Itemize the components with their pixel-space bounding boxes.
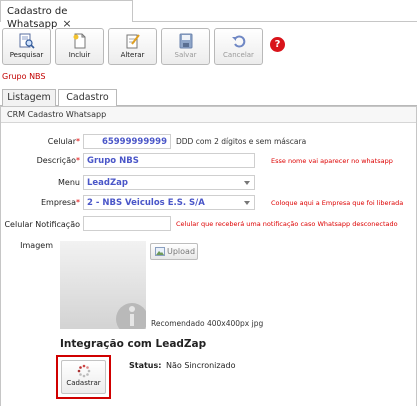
upload-button[interactable]: Upload — [150, 243, 198, 260]
spinner-icon — [77, 364, 90, 378]
required-mark: * — [76, 137, 80, 146]
chevron-down-icon — [244, 181, 250, 185]
salvar-label: Salvar — [174, 51, 197, 59]
descricao-input[interactable]: Grupo NBS — [83, 153, 255, 168]
descricao-label: Descrição* — [0, 156, 80, 165]
cancelar-button[interactable]: Cancelar — [214, 28, 263, 65]
imagem-label: Imagem — [20, 241, 53, 250]
edit-document-icon — [126, 34, 140, 49]
help-icon[interactable]: ? — [270, 37, 285, 52]
pesquisar-label: Pesquisar — [9, 51, 44, 59]
tab-title: Cadastro de Whatsapp — [7, 6, 68, 30]
status-label: Status: — [129, 361, 162, 370]
pesquisar-button[interactable]: Pesquisar — [2, 28, 51, 65]
empresa-select-value: 2 - NBS Veiculos E.S. S/A — [87, 198, 205, 208]
celular-label-text: Celular — [47, 137, 76, 146]
sub-tab-bar: Listagem Cadastro — [0, 89, 417, 107]
image-recommendation: Recomendado 400x400px jpg — [151, 319, 264, 328]
celular-notificacao-input[interactable] — [83, 216, 171, 231]
image-icon — [155, 247, 165, 256]
upload-label: Upload — [167, 247, 196, 256]
salvar-button[interactable]: Salvar — [161, 28, 210, 65]
incluir-button[interactable]: Incluir — [55, 28, 104, 65]
empresa-select[interactable]: 2 - NBS Veiculos E.S. S/A — [83, 195, 255, 210]
menu-select-value: LeadZap — [87, 178, 128, 188]
cadastrar-label: Cadastrar — [66, 379, 101, 387]
celular-hint: DDD com 2 dígitos e sem máscara — [176, 137, 307, 146]
incluir-label: Incluir — [68, 51, 91, 59]
tab-cadastro-whatsapp[interactable]: Cadastro de Whatsapp × — [0, 0, 133, 30]
empresa-label: Empresa* — [0, 198, 80, 207]
new-document-icon — [73, 33, 85, 49]
menu-select[interactable]: LeadZap — [83, 175, 255, 190]
descricao-hint: Esse nome vai aparecer no whatsapp — [271, 157, 393, 165]
celular-notificacao-label: Celular Notificação — [4, 220, 80, 229]
tab-listagem[interactable]: Listagem — [2, 89, 56, 106]
cancelar-label: Cancelar — [223, 51, 254, 59]
tab-cadastro[interactable]: Cadastro — [58, 89, 117, 107]
integracao-title: Integração com LeadZap — [60, 338, 207, 350]
chevron-down-icon — [244, 201, 250, 205]
celular-label: Celular* — [0, 137, 80, 146]
cadastrar-button-highlight: Cadastrar — [56, 355, 111, 399]
descricao-label-text: Descrição — [36, 156, 76, 165]
panel-title: CRM Cadastro Whatsapp — [1, 107, 416, 123]
alterar-button[interactable]: Alterar — [108, 28, 157, 65]
window-tab-bar: Cadastro de Whatsapp × — [0, 0, 417, 30]
undo-icon — [231, 35, 245, 48]
celular-input[interactable]: 65999999999 — [83, 134, 171, 149]
save-disk-icon — [179, 33, 192, 49]
alterar-label: Alterar — [120, 51, 145, 59]
search-document-icon — [19, 33, 35, 49]
empresa-label-text: Empresa — [40, 198, 76, 207]
menu-label: Menu — [58, 178, 80, 187]
celular-notificacao-hint: Celular que receberá uma notificação cas… — [176, 220, 398, 228]
empresa-hint: Coloque aqui a Empresa que foi liberada — [271, 199, 404, 207]
required-mark: * — [76, 156, 80, 165]
cadastrar-button[interactable]: Cadastrar — [61, 360, 106, 394]
user-placeholder-icon — [116, 303, 148, 335]
required-mark: * — [76, 198, 80, 207]
company-name: Grupo NBS — [2, 72, 46, 81]
status-value: Não Sincronizado — [166, 361, 236, 370]
image-placeholder — [60, 241, 148, 335]
